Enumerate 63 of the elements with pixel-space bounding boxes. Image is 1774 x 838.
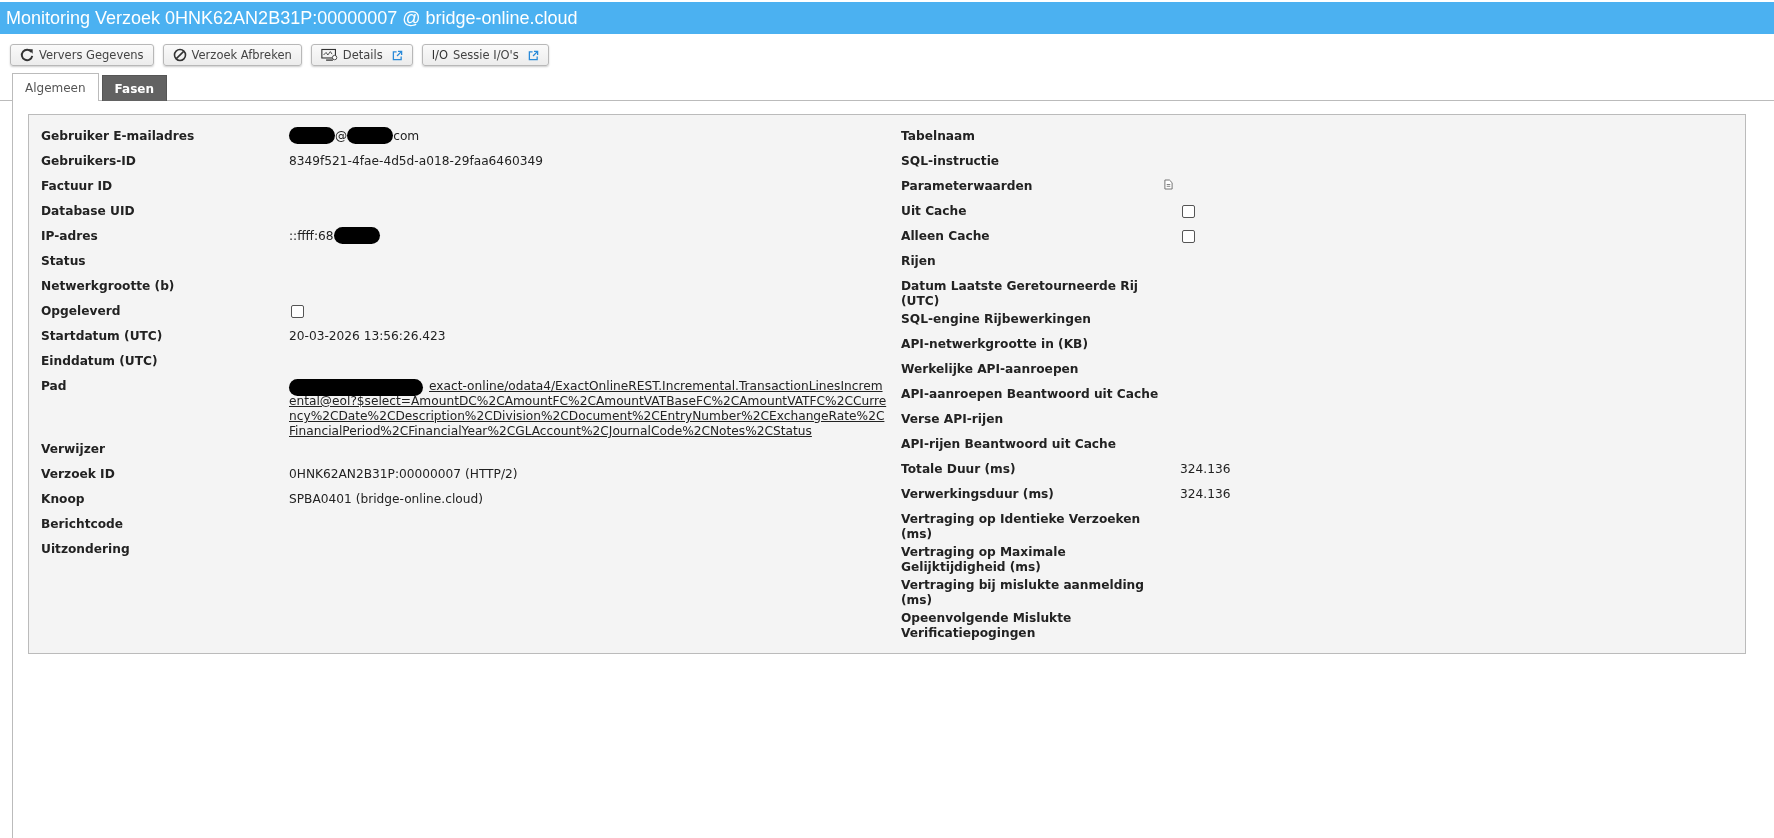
window-title: Monitoring Verzoek 0HNK62AN2B31P:00000007 @ bridge-online.cloud xyxy=(6,7,578,29)
field-label: Vertraging bij mislukte aanmelding (ms) xyxy=(901,577,1145,608)
field-label: Vertraging op Maximale Gelijktijdigheid (ms) xyxy=(901,544,1067,575)
redaction-mark xyxy=(347,126,394,144)
field-value: ::ffff:68 xyxy=(289,229,334,243)
field-label: Gebruiker E-mailadres xyxy=(41,128,196,145)
field-label: Tabelnaam xyxy=(901,128,976,145)
field-label: Database UID xyxy=(41,203,136,220)
io-icon: I/O xyxy=(431,48,448,62)
field-label: Uitzondering xyxy=(41,541,131,558)
field-label: Verzoek ID xyxy=(41,466,116,483)
toolbar-button[interactable]: Ververs Gegevens xyxy=(10,44,154,66)
field-label: Opeenvolgende Mislukte Verificatiepogingen xyxy=(901,610,1073,641)
copy-icon[interactable] xyxy=(1164,179,1173,190)
checkbox[interactable] xyxy=(291,305,304,318)
field-label: API-aanroepen Beantwoord uit Cache xyxy=(901,386,1160,403)
field-label: Pad xyxy=(41,378,68,395)
field-label: Factuur ID xyxy=(41,178,114,195)
field-label: API-netwerkgrootte in (KB) xyxy=(901,336,1089,353)
toolbar-button[interactable]: I/O Sessie I/O's xyxy=(421,44,549,66)
field-label: Parameterwaarden xyxy=(901,178,1034,195)
field-value: 324.136 xyxy=(1180,462,1231,476)
field-label: Netwerkgrootte (b) xyxy=(41,278,176,295)
field-label: Verwerkingsduur (ms) xyxy=(901,486,1055,503)
tab[interactable]: Algemeen xyxy=(12,73,99,101)
checkbox[interactable] xyxy=(1182,205,1195,218)
redaction-mark xyxy=(289,126,335,144)
field-value: 324.136 xyxy=(1180,487,1231,501)
field-label: SQL-engine Rijbewerkingen xyxy=(901,311,1092,328)
field-label: Datum Laatste Geretourneerde Rij (UTC) xyxy=(901,278,1140,309)
field-value: 20-03-2026 13:56:26.423 xyxy=(289,329,446,343)
field-label: Status xyxy=(41,253,87,270)
field-value: 8349f521-4fae-4d5d-a018-29faa6460349 xyxy=(289,154,543,168)
path-link[interactable]: exact-online/odata4/ExactOnlineREST.Incremental.TransactionLinesIncremental@eol?$select=AmountDC%2CAmountFC%2CAmountVATBaseFC%2CAmountVATFC%2CCurrency%2CDate%2CDescription%2CDivision%2CDocument%2CEntryNumber%2CExchangeRate%2CFinancialPeriod%2CFinancialYear%2CGLAccount%2CJournalCode%2CNotes%2CStatus xyxy=(289,379,887,439)
checkbox[interactable] xyxy=(1182,230,1195,243)
toolbar-button[interactable]: Details xyxy=(310,44,413,66)
field-label: Startdatum (UTC) xyxy=(41,328,164,345)
field-value: 0HNK62AN2B31P:00000007 (HTTP/2) xyxy=(289,467,518,481)
field-label: Gebruikers-ID xyxy=(41,153,137,170)
field-label: Uit Cache xyxy=(901,203,968,220)
field-label: Alleen Cache xyxy=(901,228,991,245)
redaction-mark xyxy=(333,226,380,244)
field-label: IP-adres xyxy=(41,228,99,245)
field-label: API-rijen Beantwoord uit Cache xyxy=(901,436,1118,453)
field-label: Verwijzer xyxy=(41,441,107,458)
refresh-icon xyxy=(20,48,34,62)
field-label: Werkelijke API-aanroepen xyxy=(901,361,1080,378)
field-value: com xyxy=(393,129,420,143)
field-label: Rijen xyxy=(901,253,937,270)
field-value: @ xyxy=(335,129,348,143)
tab[interactable]: Fasen xyxy=(101,75,168,101)
field-label: Einddatum (UTC) xyxy=(41,353,159,370)
field-label: Opgeleverd xyxy=(41,303,122,320)
monitor-icon xyxy=(320,48,338,62)
field-label: SQL-instructie xyxy=(901,153,1001,170)
toolbar-button[interactable]: Verzoek Afbreken xyxy=(162,44,302,66)
field-value: SPBA0401 (bridge-online.cloud) xyxy=(289,492,483,506)
field-label: Knoop xyxy=(41,491,86,508)
field-label: Verse API-rijen xyxy=(901,411,1005,428)
field-label: Totale Duur (ms) xyxy=(901,461,1017,478)
field-label: Vertraging op Identieke Verzoeken (ms) xyxy=(901,511,1142,542)
cancel-icon xyxy=(172,48,187,62)
field-label: Berichtcode xyxy=(41,516,125,533)
